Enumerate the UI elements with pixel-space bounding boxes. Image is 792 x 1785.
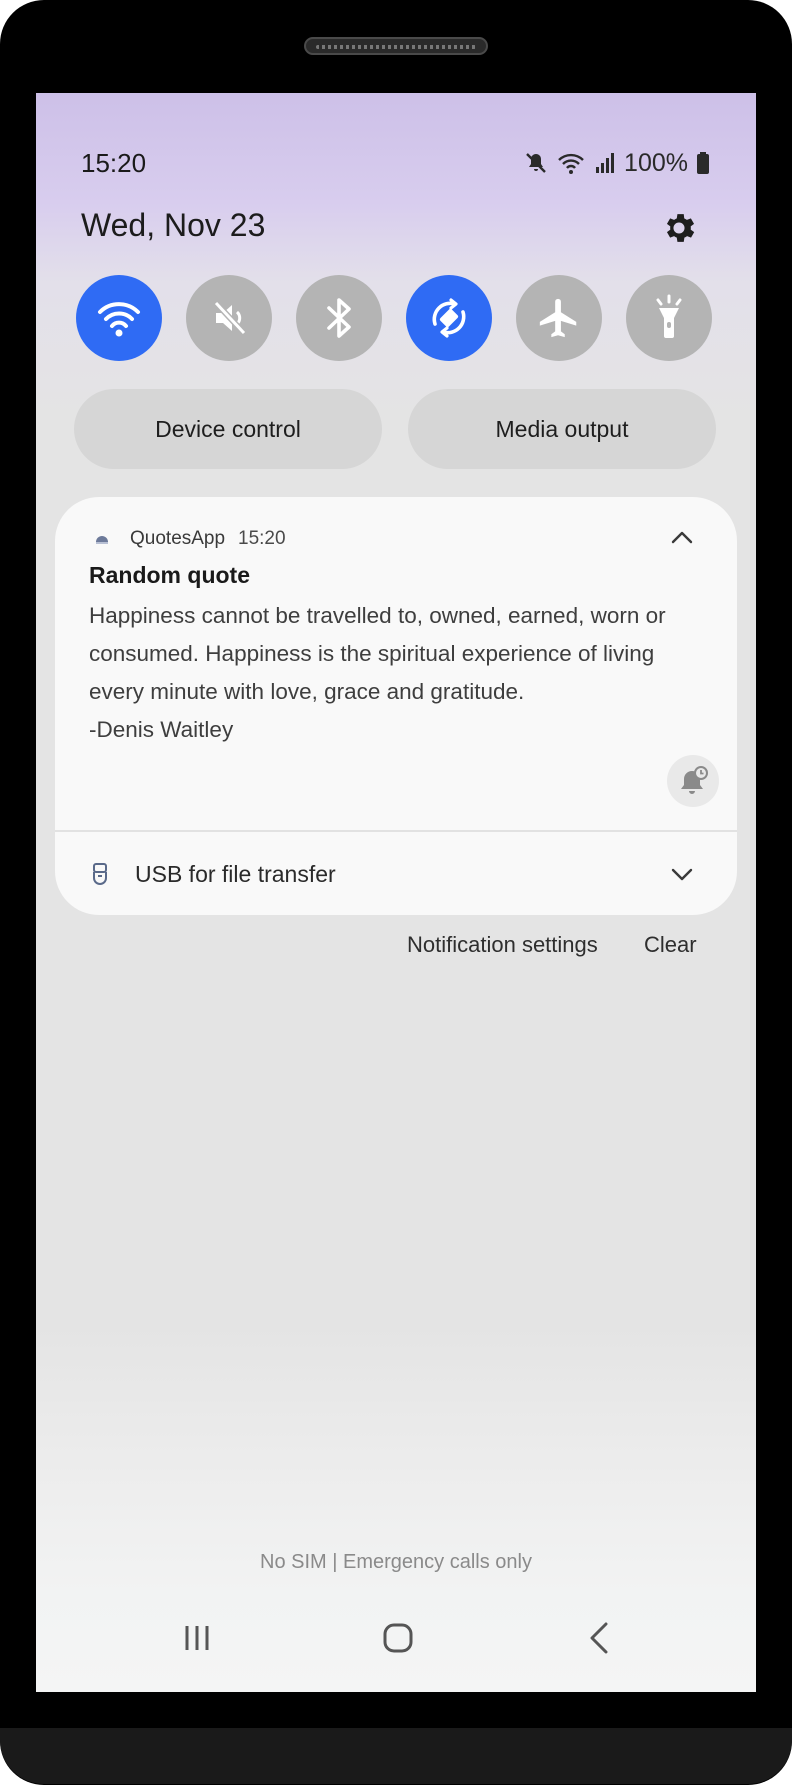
bluetooth-icon: [327, 298, 351, 338]
auto-rotate-icon: [432, 298, 466, 338]
phone-frame: 15:20 100% Wed, Nov 23 Device control Me…: [0, 0, 792, 1785]
notification-settings-link[interactable]: Notification settings: [407, 929, 598, 961]
notification-shade: 15:20 100% Wed, Nov 23 Device control Me…: [36, 93, 756, 1692]
phone-chin: [0, 1728, 792, 1784]
gear-icon[interactable]: [660, 209, 698, 247]
back-button[interactable]: [570, 1613, 630, 1663]
mute-icon: [213, 300, 247, 336]
notification-body: Happiness cannot be travelled to, owned,…: [89, 603, 666, 742]
notification-time: 15:20: [238, 528, 286, 549]
wifi-icon: [558, 153, 584, 174]
snooze-button[interactable]: [667, 755, 719, 807]
earpiece-speaker: [304, 37, 488, 55]
clear-button[interactable]: Clear: [644, 929, 697, 961]
status-time: 15:20: [81, 148, 147, 178]
usb-icon: [93, 863, 107, 885]
date-label: Wed, Nov 23: [81, 207, 266, 243]
home-button[interactable]: [368, 1613, 428, 1663]
chevron-up-icon[interactable]: [670, 529, 694, 545]
battery-icon: [697, 152, 709, 174]
usb-notification-label[interactable]: USB for file transfer: [135, 857, 336, 891]
snooze-bell-icon: [681, 766, 708, 794]
bluetooth-tile[interactable]: [296, 275, 382, 361]
notification-title: Random quote: [89, 562, 250, 588]
notification-card[interactable]: QuotesApp 15:20 Random quote Happiness c…: [55, 497, 737, 915]
flashlight-icon: [656, 294, 682, 338]
mute-icon: [526, 153, 546, 173]
auto-rotate-tile[interactable]: [406, 275, 492, 361]
flashlight-tile[interactable]: [626, 275, 712, 361]
media-output-button[interactable]: Media output: [408, 389, 716, 469]
status-icons: 100%: [524, 143, 710, 183]
carrier-status: No SIM | Emergency calls only: [260, 1551, 532, 1573]
home-icon: [383, 1623, 413, 1653]
status-bar: 15:20 100%: [36, 143, 756, 183]
notification-divider: [55, 830, 737, 832]
recent-apps-button[interactable]: [167, 1613, 227, 1663]
chevron-down-icon[interactable]: [670, 867, 694, 883]
back-icon: [590, 1622, 608, 1654]
quick-settings-tiles: [76, 275, 726, 361]
signal-icon: [596, 153, 615, 173]
airplane-icon: [539, 298, 577, 338]
app-icon: [96, 536, 108, 544]
app-name: QuotesApp: [130, 528, 226, 549]
wifi-icon: [98, 302, 140, 337]
airplane-mode-tile[interactable]: [516, 275, 602, 361]
device-control-button[interactable]: Device control: [74, 389, 382, 469]
sound-tile[interactable]: [186, 275, 272, 361]
wifi-tile[interactable]: [76, 275, 162, 361]
battery-percent: 100%: [624, 149, 688, 177]
recent-apps-icon: [185, 1626, 209, 1650]
